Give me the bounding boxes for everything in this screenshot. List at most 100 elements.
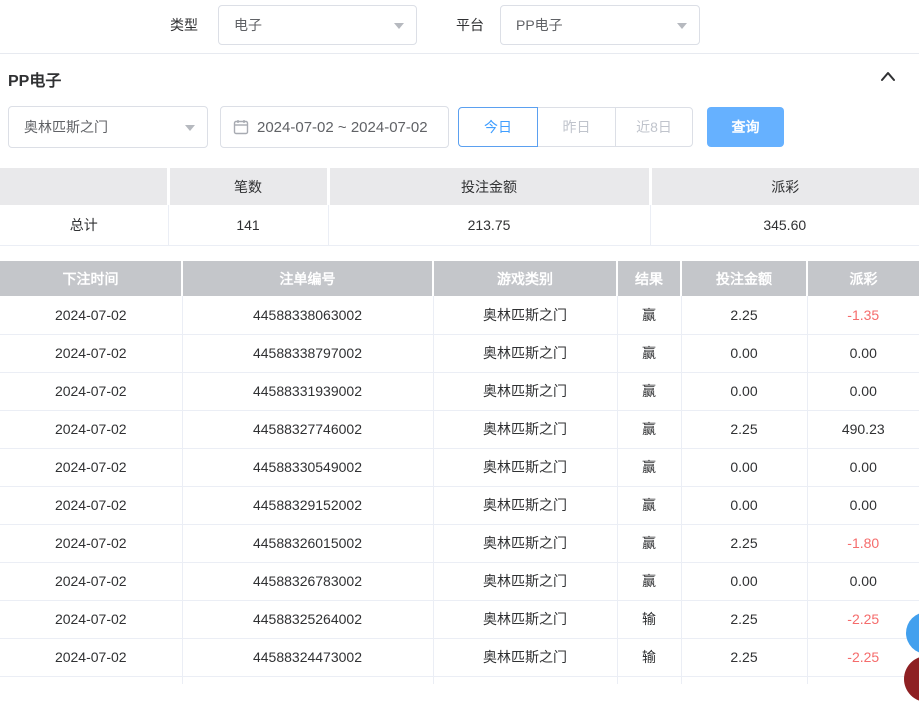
cell-result: 输	[617, 638, 681, 676]
game-select[interactable]: 奥林匹斯之门	[8, 106, 208, 148]
summary-header-empty	[0, 168, 168, 205]
table-row: 2024-07-02 44588324473002 奥林匹斯之门 输 2.25 …	[0, 638, 919, 676]
yesterday-button-label: 昨日	[563, 117, 591, 137]
cell-date: 2024-07-02	[0, 600, 182, 638]
summary-table: 笔数 投注金额 派彩 总计 141 213.75 345.60	[0, 168, 919, 246]
bet-table: 下注时间 注单编号 游戏类别 结果 投注金额 派彩 2024-07-02 445…	[0, 261, 919, 684]
section-title: PP电子	[8, 67, 61, 91]
col-header-result: 结果	[617, 261, 681, 296]
search-button[interactable]: 查询	[707, 107, 784, 147]
cell-order-id: 44588324473002	[182, 638, 433, 676]
cell-bet: 0.00	[681, 562, 807, 600]
cell-game: 奥林匹斯之门	[433, 638, 617, 676]
cell-result: 赢	[617, 524, 681, 562]
table-row: 2024-07-02 44588327746002 奥林匹斯之门 赢 2.25 …	[0, 410, 919, 448]
date-range-picker[interactable]: 2024-07-02 ~ 2024-07-02	[220, 106, 449, 148]
cell-payout: 0.00	[807, 334, 919, 372]
collapse-section-button[interactable]	[878, 66, 898, 86]
cell-game: 奥林匹斯之门	[433, 562, 617, 600]
cell-payout: -1.80	[807, 524, 919, 562]
cell-order-id: 44588325264002	[182, 600, 433, 638]
summary-header-row: 笔数 投注金额 派彩	[0, 168, 919, 205]
summary-header-bet: 投注金额	[328, 168, 650, 205]
cell-result: 赢	[617, 486, 681, 524]
divider	[0, 53, 919, 54]
chevron-down-icon	[394, 23, 404, 29]
today-button-label: 今日	[484, 117, 512, 137]
cell-result: 赢	[617, 296, 681, 334]
cell-result: 赢	[617, 334, 681, 372]
cell-game: 奥林匹斯之门	[433, 334, 617, 372]
today-button[interactable]: 今日	[458, 107, 538, 147]
cell-result: 赢	[617, 448, 681, 486]
cell-payout: 0.00	[807, 372, 919, 410]
cell-payout: 0.00	[807, 448, 919, 486]
cell-result: 输	[617, 600, 681, 638]
platform-select[interactable]: PP电子	[500, 5, 700, 45]
summary-header-count: 笔数	[168, 168, 328, 205]
cell-order-id: 44588329152002	[182, 486, 433, 524]
cell-bet: 2.25	[681, 600, 807, 638]
cell-date: 2024-07-02	[0, 524, 182, 562]
yesterday-button[interactable]: 昨日	[537, 107, 616, 147]
cell-payout: 0.00	[807, 486, 919, 524]
cell-bet: 2.25	[681, 638, 807, 676]
game-select-value: 奥林匹斯之门	[24, 117, 108, 137]
cell-order-id: 44588330549002	[182, 448, 433, 486]
cell-payout: -1.35	[807, 296, 919, 334]
cell-game: 奥林匹斯之门	[433, 600, 617, 638]
cell-bet: 2.25	[681, 296, 807, 334]
cell-game: 奥林匹斯之门	[433, 486, 617, 524]
date-range-value: 2024-07-02 ~ 2024-07-02	[257, 119, 428, 136]
type-select[interactable]: 电子	[218, 5, 417, 45]
cell-result: 赢	[617, 562, 681, 600]
platform-select-value: PP电子	[516, 15, 563, 35]
type-filter-label: 类型	[170, 5, 198, 45]
cell-order-id: 44588326015002	[182, 524, 433, 562]
cell-date: 2024-07-02	[0, 334, 182, 372]
cell-game: 奥林匹斯之门	[433, 410, 617, 448]
search-button-label: 查询	[732, 117, 760, 137]
cell-date: 2024-07-02	[0, 410, 182, 448]
cell-payout: 0.00	[807, 562, 919, 600]
calendar-icon	[233, 119, 249, 135]
cell-payout: 490.23	[807, 410, 919, 448]
table-row: 2024-07-02 44588331939002 奥林匹斯之门 赢 0.00 …	[0, 372, 919, 410]
last-8-days-button[interactable]: 近8日	[615, 107, 693, 147]
cell-game: 奥林匹斯之门	[433, 448, 617, 486]
table-row: 2024-07-02 44588326015002 奥林匹斯之门 赢 2.25 …	[0, 524, 919, 562]
cell-game: 奥林匹斯之门	[433, 524, 617, 562]
cell-date: 2024-07-02	[0, 486, 182, 524]
cell-bet: 0.00	[681, 372, 807, 410]
col-header-payout: 派彩	[807, 261, 919, 296]
summary-total-count: 141	[168, 205, 328, 245]
col-header-time: 下注时间	[0, 261, 182, 296]
table-row: 2024-07-02 44588330549002 奥林匹斯之门 赢 0.00 …	[0, 448, 919, 486]
cell-date: 2024-07-02	[0, 638, 182, 676]
summary-total-bet: 213.75	[328, 205, 650, 245]
platform-filter-label: 平台	[456, 5, 484, 45]
cell-result: 赢	[617, 372, 681, 410]
bet-table-header-row: 下注时间 注单编号 游戏类别 结果 投注金额 派彩	[0, 261, 919, 296]
cell-payout: -2.25	[807, 638, 919, 676]
last-8-days-button-label: 近8日	[636, 117, 672, 137]
cell-game: 奥林匹斯之门	[433, 296, 617, 334]
cell-bet: 2.25	[681, 410, 807, 448]
cell-order-id: 44588327746002	[182, 410, 433, 448]
summary-total-row: 总计 141 213.75 345.60	[0, 205, 919, 245]
cell-bet: 2.25	[681, 524, 807, 562]
cell-order-id: 44588338063002	[182, 296, 433, 334]
cell-order-id: 44588338797002	[182, 334, 433, 372]
cell-date: 2024-07-02	[0, 296, 182, 334]
col-header-order: 注单编号	[182, 261, 433, 296]
chevron-down-icon	[185, 125, 195, 131]
cell-bet: 0.00	[681, 486, 807, 524]
summary-total-label: 总计	[0, 205, 168, 245]
cell-game: 奥林匹斯之门	[433, 372, 617, 410]
table-row: 2024-07-02 44588338797002 奥林匹斯之门 赢 0.00 …	[0, 334, 919, 372]
summary-total-payout: 345.60	[650, 205, 919, 245]
cell-bet: 0.00	[681, 448, 807, 486]
cell-payout: -2.25	[807, 600, 919, 638]
table-row: 2024-07-02 44588326783002 奥林匹斯之门 赢 0.00 …	[0, 562, 919, 600]
cell-date: 2024-07-02	[0, 562, 182, 600]
